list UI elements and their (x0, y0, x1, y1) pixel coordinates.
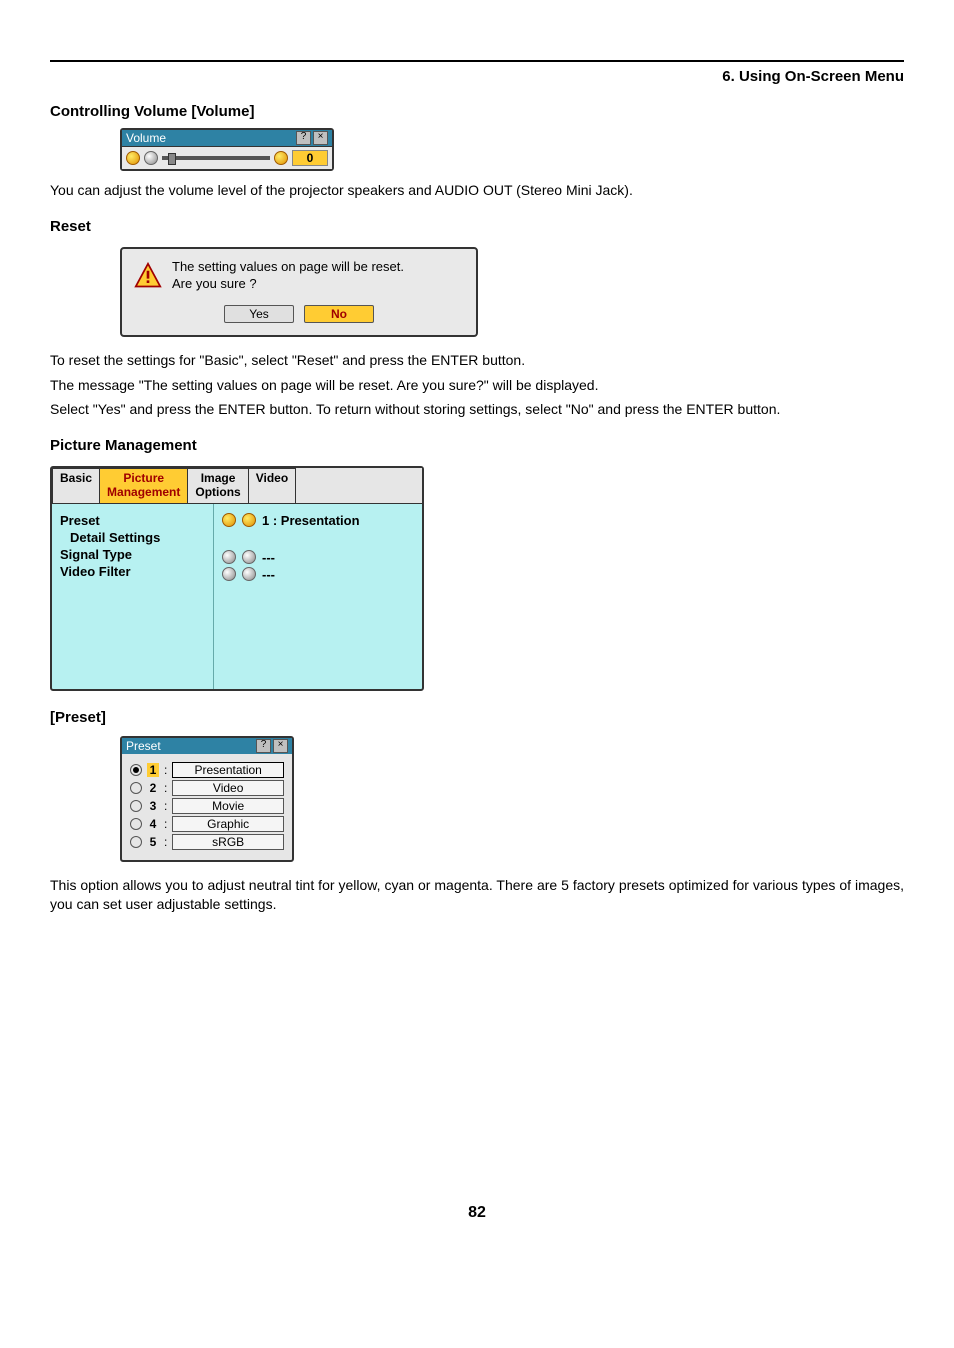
close-icon[interactable]: × (273, 739, 288, 753)
help-icon[interactable]: ? (256, 739, 271, 753)
pm-filter-next-icon[interactable] (242, 567, 256, 581)
preset-option-5[interactable]: 5 : sRGB (130, 834, 284, 850)
reset-para1: To reset the settings for "Basic", selec… (50, 351, 904, 370)
reset-para3: Select "Yes" and press the ENTER button.… (50, 400, 904, 419)
tab-image-options[interactable]: Image Options (187, 468, 248, 503)
pm-item-detail-settings[interactable]: Detail Settings (60, 529, 205, 546)
section-pm-heading: Picture Management (50, 437, 904, 454)
preset-body: 1 : Presentation 2 : Video 3 : Movie 4 :… (122, 754, 292, 860)
preset-title-text: Preset (126, 739, 161, 753)
volume-decrease-step-button[interactable] (144, 151, 158, 165)
pm-signal-prev-icon[interactable] (222, 550, 236, 564)
section-preset-heading: [Preset] (50, 709, 904, 726)
help-icon[interactable]: ? (296, 131, 311, 145)
reset-yes-button[interactable]: Yes (224, 305, 294, 323)
pm-filter-value: --- (262, 567, 275, 582)
pm-filter-prev-icon[interactable] (222, 567, 236, 581)
radio-icon[interactable] (130, 764, 142, 776)
tab-io-line1: Image (195, 472, 240, 486)
preset-number: 1 (147, 763, 159, 777)
close-icon[interactable]: × (313, 131, 328, 145)
page-number: 82 (50, 1204, 904, 1222)
volume-slider-handle[interactable] (168, 153, 176, 165)
tab-video[interactable]: Video (248, 468, 296, 503)
volume-increase-button[interactable] (274, 151, 288, 165)
preset-option-2[interactable]: 2 : Video (130, 780, 284, 796)
volume-widget: Volume ? × 0 (120, 128, 334, 171)
volume-titlebar: Volume ? × (122, 130, 332, 147)
preset-number: 2 (147, 781, 159, 795)
preset-option-1[interactable]: 1 : Presentation (130, 762, 284, 778)
tab-basic[interactable]: Basic (52, 468, 100, 503)
pm-preset-value: 1 : Presentation (262, 513, 360, 528)
preset-label: Movie (172, 798, 284, 814)
volume-title-text: Volume (126, 131, 166, 145)
volume-value: 0 (292, 150, 328, 166)
reset-dialog: The setting values on page will be reset… (120, 247, 478, 337)
volume-description: You can adjust the volume level of the p… (50, 181, 904, 200)
pm-preset-prev-icon[interactable] (222, 513, 236, 527)
pm-signal-next-icon[interactable] (242, 550, 256, 564)
radio-icon[interactable] (130, 836, 142, 848)
reset-para2: The message "The setting values on page … (50, 376, 904, 395)
tab-pm-line2: Management (107, 486, 180, 500)
radio-icon[interactable] (130, 818, 142, 830)
pm-signal-value: --- (262, 550, 275, 565)
radio-icon[interactable] (130, 782, 142, 794)
pm-item-signal-type[interactable]: Signal Type (60, 546, 205, 563)
reset-message-line2: Are you sure ? (172, 276, 404, 293)
tab-pm-line1: Picture (107, 472, 180, 486)
chapter-header: 6. Using On-Screen Menu (50, 68, 904, 85)
picture-management-menu: Basic Picture Management Image Options V… (50, 466, 424, 691)
radio-icon[interactable] (130, 800, 142, 812)
preset-label: Presentation (172, 762, 284, 778)
preset-titlebar: Preset ? × (122, 738, 292, 754)
pm-preset-next-icon[interactable] (242, 513, 256, 527)
preset-dialog: Preset ? × 1 : Presentation 2 : Video 3 (120, 736, 294, 862)
volume-decrease-button[interactable] (126, 151, 140, 165)
tab-io-line2: Options (195, 486, 240, 500)
pm-item-video-filter[interactable]: Video Filter (60, 563, 205, 580)
preset-option-4[interactable]: 4 : Graphic (130, 816, 284, 832)
tab-picture-management[interactable]: Picture Management (99, 468, 188, 503)
volume-slider[interactable] (162, 156, 270, 160)
preset-number: 4 (147, 817, 159, 831)
preset-label: sRGB (172, 834, 284, 850)
preset-number: 5 (147, 835, 159, 849)
preset-label: Graphic (172, 816, 284, 832)
pm-item-preset[interactable]: Preset (60, 512, 205, 529)
preset-description: This option allows you to adjust neutral… (50, 876, 904, 914)
section-volume-heading: Controlling Volume [Volume] (50, 103, 904, 120)
warning-icon (134, 262, 162, 290)
preset-label: Video (172, 780, 284, 796)
preset-number: 3 (147, 799, 159, 813)
reset-no-button[interactable]: No (304, 305, 374, 323)
preset-option-3[interactable]: 3 : Movie (130, 798, 284, 814)
reset-message-line1: The setting values on page will be reset… (172, 259, 404, 276)
section-reset-heading: Reset (50, 218, 904, 235)
